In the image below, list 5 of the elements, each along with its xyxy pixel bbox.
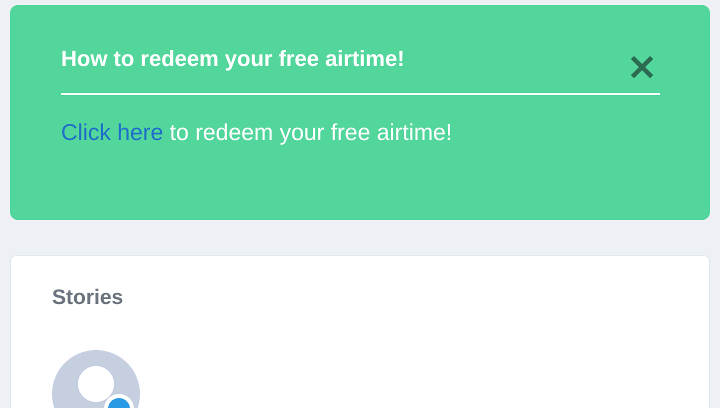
click-here-link[interactable]: Click here (61, 119, 164, 145)
banner-title: How to redeem your free airtime! (61, 46, 405, 72)
close-button[interactable]: × (626, 51, 658, 81)
banner-message: Click here to redeem your free airtime! (61, 119, 454, 146)
stories-heading: Stories (52, 286, 124, 310)
